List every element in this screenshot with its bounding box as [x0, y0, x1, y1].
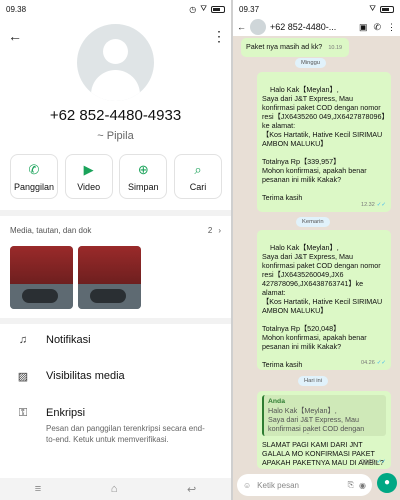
encryption-description: Pesan dan panggilan terenkripsi secara e…	[46, 424, 205, 444]
status-time: 09.37	[239, 4, 260, 14]
message-text: Halo Kak【Meylan】, Saya dari J&T Express,…	[262, 243, 383, 369]
media-visibility-label: Visibilitas media	[46, 370, 125, 382]
read-ticks-icon: ✓✓	[376, 459, 386, 465]
message-time: 04.26	[361, 360, 375, 366]
phone-icon: ✆	[28, 161, 40, 177]
thumb-storefront	[10, 246, 73, 284]
encryption-label: Enkripsi	[46, 407, 86, 419]
message-input-bar: ☺ Ketik pesan ⎘ ◉	[237, 474, 372, 496]
message-bubble-out[interactable]: Anda Halo Kak【Meylan】, Saya dari J&T Exp…	[257, 391, 391, 469]
notifications-label: Notifikasi	[46, 334, 91, 346]
message-bubble-out[interactable]: Paket nya masih ad kk? 10.19	[241, 38, 349, 57]
message-time-wrapper: 04.29 ✓✓	[361, 458, 386, 467]
thumb-motorbike	[90, 289, 126, 303]
menu-nav-icon[interactable]: ≡	[35, 483, 41, 495]
status-bar: 09.38 ◷ ⛛	[0, 0, 231, 18]
video-icon: ▶	[83, 161, 94, 177]
save-contact-button[interactable]: ⊕ Simpan	[119, 154, 168, 199]
wifi-icon: ⛛	[200, 4, 207, 13]
contact-phone-number: +62 852-4480-4933	[49, 107, 182, 124]
quoted-message[interactable]: Anda Halo Kak【Meylan】, Saya dari J&T Exp…	[262, 395, 386, 436]
avatar[interactable]	[77, 24, 154, 101]
date-chip: Minggu	[295, 58, 327, 68]
message-time: 04.29	[361, 459, 375, 465]
message-text: Paket nya masih ad kk?	[246, 42, 323, 51]
back-arrow-icon[interactable]: ←	[237, 22, 246, 32]
image-icon: ▨	[17, 371, 29, 383]
encryption-row[interactable]: ⚿ Enkripsi Pesan dan panggilan terenkrip…	[0, 407, 231, 445]
mic-button[interactable]: ●	[377, 473, 397, 493]
video-call-icon[interactable]: ▣	[359, 22, 368, 33]
call-button[interactable]: ✆ Panggilan	[10, 154, 58, 199]
section-divider	[0, 318, 231, 324]
message-bubble-out[interactable]: Halo Kak【Meylan】, Saya dari J&T Express,…	[257, 72, 391, 212]
attach-icon[interactable]: ⎘	[348, 480, 354, 490]
thumb-motorbike	[22, 289, 58, 303]
quoted-text: Halo Kak【Meylan】, Saya dari J&T Express,…	[268, 406, 365, 434]
video-button[interactable]: ▶ Video	[64, 154, 113, 199]
quoted-author: Anda	[268, 398, 285, 405]
search-label: Cari	[189, 181, 207, 192]
battery-icon	[380, 5, 394, 13]
search-icon: ⌕	[194, 161, 202, 177]
status-bar: 09.37 ⛛	[233, 0, 400, 18]
call-label: Panggilan	[13, 181, 55, 192]
save-label: Simpan	[128, 181, 159, 192]
read-ticks-icon: ✓✓	[376, 202, 386, 208]
message-text: Halo Kak【Meylan】, Saya dari J&T Express,…	[262, 85, 386, 202]
status-time: 09.38	[6, 4, 27, 14]
contact-alias: ~ Pipila	[97, 130, 134, 142]
search-button[interactable]: ⌕ Cari	[173, 154, 222, 199]
avatar[interactable]	[250, 19, 266, 35]
avatar-head	[103, 39, 128, 64]
camera-icon[interactable]: ◉	[359, 481, 366, 490]
chat-panel: 09.37 ⛛ ← +62 852-4480-... ▣ ✆ ⋮ Paket n…	[233, 0, 400, 500]
read-ticks-icon: ✓✓	[376, 360, 386, 366]
media-title: Media, tautan, dan dok	[10, 226, 92, 235]
signal-icon: ◷	[189, 4, 197, 14]
back-arrow-icon[interactable]: ←	[8, 28, 22, 44]
avatar-body	[91, 70, 140, 101]
message-time: 10.19	[328, 45, 343, 51]
thumb-storefront	[78, 246, 141, 284]
home-nav-icon[interactable]: ⌂	[111, 483, 118, 495]
more-options-icon[interactable]: ⋮	[212, 28, 226, 45]
video-label: Video	[77, 181, 101, 192]
message-time-wrapper: 04.26 ✓✓	[361, 359, 386, 368]
encryption-text: Enkripsi Pesan dan panggilan terenkripsi…	[46, 407, 206, 445]
emoji-icon[interactable]: ☺	[243, 481, 251, 490]
chat-header: ← +62 852-4480-... ▣ ✆ ⋮	[233, 18, 400, 36]
message-time-wrapper: 12.32 ✓✓	[361, 201, 386, 210]
bell-icon: ♫	[18, 334, 28, 346]
battery-icon	[211, 5, 225, 13]
add-contact-icon: ⊕	[137, 161, 149, 177]
media-thumbnail[interactable]	[10, 246, 73, 309]
section-divider	[0, 210, 231, 216]
action-buttons: ✆ Panggilan ▶ Video ⊕ Simpan ⌕ Cari	[10, 154, 222, 199]
media-thumbnail[interactable]	[78, 246, 141, 309]
media-visibility-row[interactable]: ▨ Visibilitas media	[0, 370, 231, 383]
back-nav-icon[interactable]: ↩	[187, 483, 196, 496]
wifi-icon: ⛛	[369, 4, 376, 13]
chat-title[interactable]: +62 852-4480-...	[270, 22, 353, 32]
more-options-icon[interactable]: ⋮	[387, 22, 396, 33]
phone-icon[interactable]: ✆	[373, 22, 381, 33]
media-count: 2	[207, 226, 213, 235]
system-nav-bar: ≡ ⌂ ↩	[0, 478, 231, 500]
message-time: 12.32	[361, 202, 375, 208]
chevron-right-icon: ›	[218, 226, 221, 235]
media-section-header[interactable]: Media, tautan, dan dok 2 ›	[10, 226, 221, 235]
lock-icon: ⚿	[18, 407, 28, 419]
date-chip: Kemarin	[296, 217, 330, 227]
message-bubble-out[interactable]: Halo Kak【Meylan】, Saya dari J&T Express,…	[257, 230, 391, 370]
contact-info-panel: 09.38 ◷ ⛛ ← ⋮ +62 852-4480-4933 ~ Pipila…	[0, 0, 231, 500]
mic-icon: ●	[383, 477, 391, 488]
date-chip: Hari ini	[298, 376, 329, 386]
message-input[interactable]: Ketik pesan	[257, 481, 342, 490]
notifications-row[interactable]: ♫ Notifikasi	[0, 334, 231, 346]
